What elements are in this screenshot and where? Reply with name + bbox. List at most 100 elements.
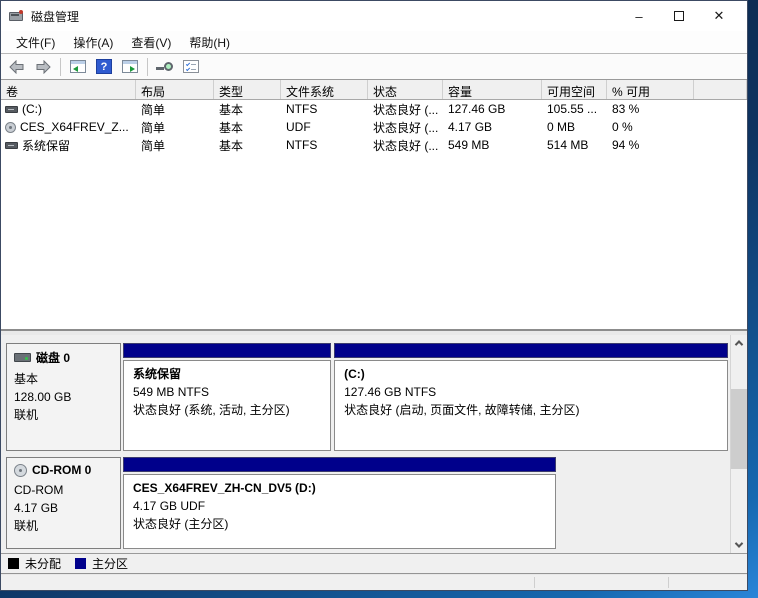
- drive-icon: [5, 106, 18, 113]
- partition-system-reserved[interactable]: 系统保留 549 MB NTFS 状态良好 (系统, 活动, 主分区): [123, 343, 331, 451]
- menu-file[interactable]: 文件(F): [7, 32, 64, 53]
- column-header-free-space[interactable]: 可用空间: [542, 80, 607, 99]
- column-header-type[interactable]: 类型: [214, 80, 281, 99]
- disk-size: 4.17 GB: [14, 499, 113, 517]
- volume-list-pane: 卷 布局 类型 文件系统 状态 容量 可用空间 % 可用 (C:) 简单 基本 …: [1, 80, 747, 330]
- volume-free: 0 MB: [542, 120, 607, 134]
- window-title: 磁盘管理: [31, 8, 79, 25]
- disk-name: 磁盘 0: [36, 349, 70, 366]
- scroll-down-button[interactable]: [731, 537, 748, 553]
- maximize-icon: [674, 11, 684, 21]
- cdrom-icon: [14, 464, 27, 477]
- volume-layout: 简单: [136, 119, 214, 136]
- column-header-empty[interactable]: [694, 80, 747, 99]
- scrollbar-thumb[interactable]: [731, 389, 748, 469]
- volume-status: 状态良好 (...: [368, 119, 443, 136]
- drive-icon: [5, 142, 18, 149]
- volume-name: (C:): [22, 102, 42, 116]
- partition-c[interactable]: (C:) 127.46 GB NTFS 状态良好 (启动, 页面文件, 故障转储…: [334, 343, 728, 451]
- volume-pct-free: 83 %: [607, 102, 694, 116]
- volume-type: 基本: [214, 119, 281, 136]
- column-header-status[interactable]: 状态: [368, 80, 443, 99]
- volume-row-c[interactable]: (C:) 简单 基本 NTFS 状态良好 (... 127.46 GB 105.…: [1, 100, 747, 118]
- disk-kind: CD-ROM: [14, 481, 113, 499]
- legend-bar: 未分配 主分区: [1, 553, 747, 573]
- legend-unallocated-label: 未分配: [25, 555, 61, 572]
- primary-partition-color-swatch: [75, 558, 86, 569]
- cdrom-0-label[interactable]: CD-ROM 0 CD-ROM 4.17 GB 联机: [6, 457, 121, 549]
- properties-list-button[interactable]: [179, 56, 203, 78]
- volume-row-dvd[interactable]: CES_X64FREV_Z... 简单 基本 UDF 状态良好 (... 4.1…: [1, 118, 747, 136]
- back-button[interactable]: [5, 56, 29, 78]
- partition-title: (C:): [344, 365, 718, 383]
- volume-pct-free: 0 %: [607, 120, 694, 134]
- volume-type: 基本: [214, 101, 281, 118]
- partition-status: 状态良好 (主分区): [133, 515, 546, 533]
- vertical-scrollbar[interactable]: [730, 335, 747, 553]
- menu-view[interactable]: 查看(V): [122, 32, 180, 53]
- disk-tool-button[interactable]: [153, 56, 177, 78]
- disk-management-window: 磁盘管理 – ✕ 文件(F) 操作(A) 查看(V) 帮助(H): [0, 0, 748, 591]
- app-icon: [9, 9, 25, 23]
- close-button[interactable]: ✕: [699, 2, 739, 30]
- scrollbar-track[interactable]: [731, 351, 748, 537]
- partition-detail: 4.17 GB UDF: [133, 497, 546, 515]
- menu-help[interactable]: 帮助(H): [180, 32, 239, 53]
- partition-color-band: [334, 343, 728, 358]
- column-header-pct-free[interactable]: % 可用: [607, 80, 694, 99]
- disk-state: 联机: [14, 517, 113, 535]
- toolbar: ?: [1, 53, 747, 80]
- close-icon: ✕: [714, 8, 725, 24]
- volume-status: 状态良好 (...: [368, 101, 443, 118]
- chevron-down-icon: [735, 539, 743, 547]
- titlebar[interactable]: 磁盘管理 – ✕: [1, 1, 747, 31]
- checklist-icon: [183, 60, 199, 73]
- disk-name: CD-ROM 0: [32, 463, 91, 477]
- volume-row-system-reserved[interactable]: 系统保留 简单 基本 NTFS 状态良好 (... 549 MB 514 MB …: [1, 136, 747, 154]
- forward-button[interactable]: [31, 56, 55, 78]
- column-header-filesystem[interactable]: 文件系统: [281, 80, 368, 99]
- partition-detail: 549 MB NTFS: [133, 383, 321, 401]
- status-divider: [534, 577, 535, 588]
- disk-state: 联机: [14, 406, 113, 424]
- minimize-button[interactable]: –: [619, 2, 659, 30]
- help-button[interactable]: ?: [92, 56, 116, 78]
- volume-layout: 简单: [136, 137, 214, 154]
- menubar: 文件(F) 操作(A) 查看(V) 帮助(H): [1, 31, 747, 53]
- volume-free: 514 MB: [542, 138, 607, 152]
- column-header-capacity[interactable]: 容量: [443, 80, 542, 99]
- disk-size: 128.00 GB: [14, 388, 113, 406]
- console-tree-icon: [70, 60, 86, 73]
- unallocated-color-swatch: [8, 558, 19, 569]
- partition-d[interactable]: CES_X64FREV_ZH-CN_DV5 (D:) 4.17 GB UDF 状…: [123, 457, 556, 549]
- volume-status: 状态良好 (...: [368, 137, 443, 154]
- partition-color-band: [123, 457, 556, 472]
- volume-free: 105.55 ...: [542, 102, 607, 116]
- show-action-pane-button[interactable]: [118, 56, 142, 78]
- graphical-view-pane: 磁盘 0 基本 128.00 GB 联机 系统保留 549 MB NTFS: [1, 335, 747, 553]
- toolbar-separator: [147, 58, 148, 76]
- legend-primary-partition-label: 主分区: [92, 555, 128, 572]
- disk-kind: 基本: [14, 370, 113, 388]
- volume-type: 基本: [214, 137, 281, 154]
- desktop: 磁盘管理 – ✕ 文件(F) 操作(A) 查看(V) 帮助(H): [0, 0, 758, 598]
- back-arrow-icon: [9, 60, 25, 74]
- column-header-volume[interactable]: 卷: [1, 80, 136, 99]
- action-pane-icon: [122, 60, 138, 73]
- disk-0-label[interactable]: 磁盘 0 基本 128.00 GB 联机: [6, 343, 121, 451]
- toolbar-separator: [60, 58, 61, 76]
- help-icon: ?: [96, 59, 112, 74]
- forward-arrow-icon: [35, 60, 51, 74]
- column-header-layout[interactable]: 布局: [136, 80, 214, 99]
- maximize-button[interactable]: [659, 2, 699, 30]
- volume-fs: NTFS: [281, 138, 368, 152]
- minimize-icon: –: [635, 9, 642, 24]
- cdrom-0-row: CD-ROM 0 CD-ROM 4.17 GB 联机 CES_X64FREV_Z…: [6, 457, 728, 549]
- volume-fs: UDF: [281, 120, 368, 134]
- chevron-up-icon: [735, 340, 743, 348]
- show-console-tree-button[interactable]: [66, 56, 90, 78]
- scroll-up-button[interactable]: [731, 335, 748, 351]
- volume-list-header: 卷 布局 类型 文件系统 状态 容量 可用空间 % 可用: [1, 80, 747, 100]
- magnifier-icon: [156, 60, 174, 74]
- menu-action[interactable]: 操作(A): [64, 32, 122, 53]
